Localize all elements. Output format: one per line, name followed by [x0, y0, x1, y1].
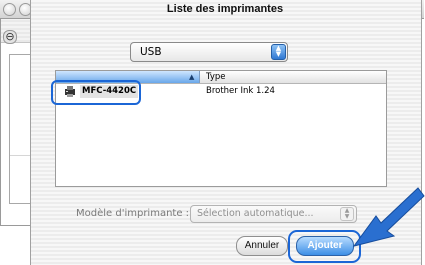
model-value: Sélection automatique... [197, 208, 314, 219]
printer-type-cell: Brother Ink 1.24 [206, 86, 275, 96]
printer-row-highlight [51, 80, 141, 105]
connection-type-popup[interactable]: USB ▲ ▼ [130, 42, 288, 62]
column-header-type[interactable]: Type [206, 71, 226, 83]
close-light-icon[interactable] [3, 3, 16, 16]
cancel-button[interactable]: Annuler [236, 236, 288, 256]
pointer-arrow-icon [352, 187, 425, 247]
popup-arrows-icon: ▲ ▼ [271, 44, 286, 60]
window-title: Liste des imprimantes [166, 3, 284, 15]
minus-icon[interactable]: ⊖ [3, 30, 17, 44]
add-button[interactable]: Ajouter [296, 236, 354, 256]
sort-ascending-icon: ▲ [189, 73, 195, 81]
connection-type-value: USB [140, 46, 162, 58]
model-popup: Sélection automatique... ▲ ▼ [190, 205, 357, 223]
model-label: Modèle d'imprimante : [76, 208, 190, 219]
